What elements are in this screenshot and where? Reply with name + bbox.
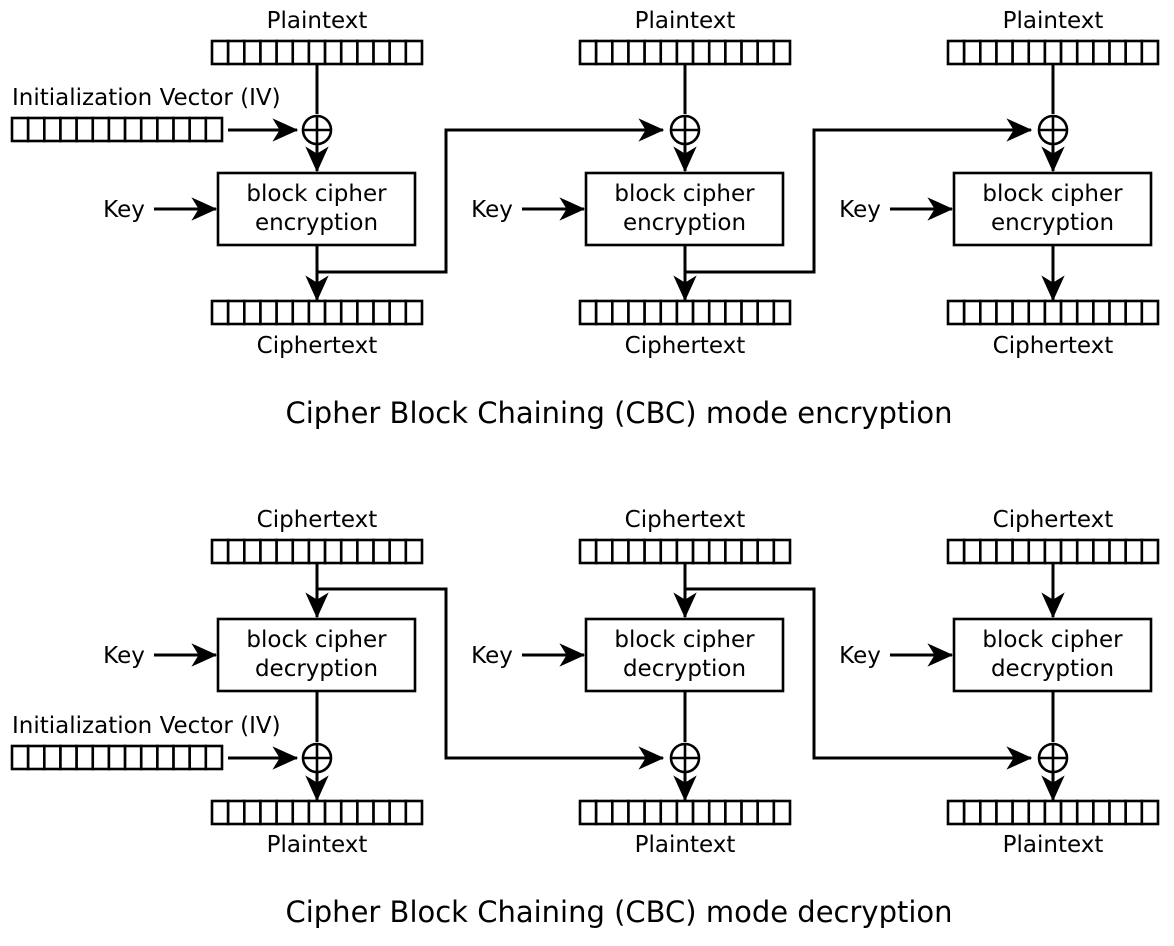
- plaintext-label: Plaintext: [267, 832, 368, 858]
- key-label: Key: [471, 197, 513, 223]
- key-label: Key: [839, 197, 881, 223]
- block-cipher-line2: encryption: [623, 210, 746, 236]
- encryption-caption: Cipher Block Chaining (CBC) mode encrypt…: [285, 396, 952, 430]
- key-label: Key: [839, 643, 881, 669]
- plaintext-label: Plaintext: [1003, 8, 1104, 34]
- block-cipher-line2: decryption: [623, 656, 746, 682]
- xor-icon: [669, 114, 701, 146]
- ciphertext-bit-array: [210, 299, 424, 326]
- block-cipher-line1: block cipher: [246, 181, 387, 207]
- ciphertext-bit-array: [210, 538, 424, 565]
- iv-label: Initialization Vector (IV): [12, 713, 281, 739]
- key-label: Key: [103, 197, 145, 223]
- plaintext-bit-array: [578, 799, 792, 826]
- block-cipher-line1: block cipher: [614, 627, 755, 653]
- ciphertext-bit-array: [578, 538, 792, 565]
- xor-icon: [301, 114, 333, 146]
- ciphertext-bit-array: [578, 299, 792, 326]
- plaintext-bit-array: [946, 799, 1160, 826]
- block-cipher-line2: encryption: [991, 210, 1114, 236]
- plaintext-label: Plaintext: [267, 8, 368, 34]
- decryption-caption: Cipher Block Chaining (CBC) mode decrypt…: [285, 895, 952, 929]
- ciphertext-label: Ciphertext: [993, 333, 1114, 359]
- key-label: Key: [471, 643, 513, 669]
- block-cipher-line1: block cipher: [614, 181, 755, 207]
- plaintext-bit-array: [946, 39, 1160, 66]
- block-cipher-line2: decryption: [991, 656, 1114, 682]
- xor-icon: [301, 742, 333, 774]
- block-cipher-line1: block cipher: [982, 181, 1123, 207]
- ciphertext-label: Ciphertext: [257, 333, 378, 359]
- xor-icon: [1037, 742, 1069, 774]
- iv-bit-array: [10, 116, 224, 143]
- iv-label: Initialization Vector (IV): [12, 85, 281, 111]
- block-cipher-line2: decryption: [255, 656, 378, 682]
- block-cipher-line1: block cipher: [982, 627, 1123, 653]
- xor-icon: [669, 742, 701, 774]
- block-cipher-line2: encryption: [255, 210, 378, 236]
- ciphertext-label: Ciphertext: [625, 507, 746, 533]
- ciphertext-label: Ciphertext: [993, 507, 1114, 533]
- cbc-diagram-canvas: Plaintext Initialization Vector (IV) blo…: [0, 0, 1174, 946]
- ciphertext-bit-array: [946, 299, 1160, 326]
- iv-bit-array: [10, 744, 224, 771]
- plaintext-label: Plaintext: [1003, 832, 1104, 858]
- ciphertext-bit-array: [946, 538, 1160, 565]
- key-label: Key: [103, 643, 145, 669]
- plaintext-label: Plaintext: [635, 832, 736, 858]
- plaintext-label: Plaintext: [635, 8, 736, 34]
- ciphertext-label: Ciphertext: [625, 333, 746, 359]
- ciphertext-label: Ciphertext: [257, 507, 378, 533]
- cbc-mode-diagram: Plaintext Initialization Vector (IV) blo…: [0, 0, 1174, 946]
- plaintext-bit-array: [210, 799, 424, 826]
- block-cipher-line1: block cipher: [246, 627, 387, 653]
- plaintext-bit-array: [578, 39, 792, 66]
- xor-icon: [1037, 114, 1069, 146]
- plaintext-bit-array: [210, 39, 424, 66]
